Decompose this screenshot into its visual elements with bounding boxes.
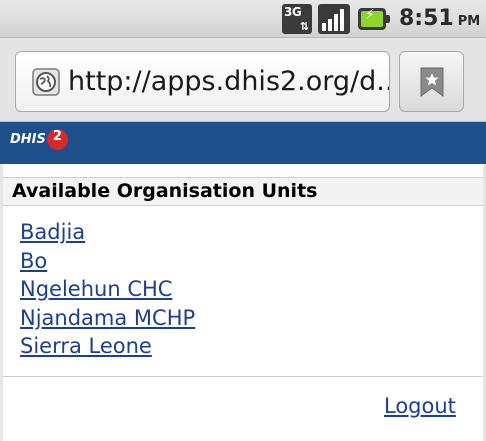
org-unit-link[interactable]: Sierra Leone bbox=[20, 334, 152, 358]
org-unit-link[interactable]: Badjia bbox=[20, 220, 85, 244]
list-item: Ngelehun CHC bbox=[20, 277, 195, 306]
list-item: Njandama MCHP bbox=[20, 306, 195, 335]
org-unit-link[interactable]: Ngelehun CHC bbox=[20, 277, 172, 301]
logo-number: 2 bbox=[46, 129, 68, 150]
list-item: Sierra Leone bbox=[20, 334, 195, 363]
dhis2-logo[interactable]: DHIS 2 bbox=[10, 129, 68, 150]
list-item: Badjia bbox=[20, 220, 195, 249]
section-title: Available Organisation Units bbox=[12, 180, 318, 202]
url-text: http://apps.dhis2.org/d... bbox=[68, 66, 390, 97]
section-header: Available Organisation Units bbox=[3, 177, 483, 206]
network-arrows-icon: ⇅ bbox=[299, 20, 309, 33]
bookmark-icon bbox=[420, 67, 444, 97]
org-unit-list: Badjia Bo Ngelehun CHC Njandama MCHP Sie… bbox=[20, 220, 195, 363]
signal-icon bbox=[318, 4, 350, 34]
url-field[interactable]: http://apps.dhis2.org/d... bbox=[15, 51, 390, 112]
status-bar: 3G ⇅ ⚡ 8:51 PM bbox=[0, 0, 486, 38]
logo-text: DHIS bbox=[10, 132, 46, 147]
bookmark-button[interactable] bbox=[399, 51, 464, 112]
footer: Logout bbox=[3, 377, 483, 441]
app-header: DHIS 2 bbox=[0, 122, 486, 164]
org-unit-link[interactable]: Bo bbox=[20, 249, 47, 273]
network-3g-icon: 3G ⇅ bbox=[282, 4, 312, 34]
logout-link[interactable]: Logout bbox=[384, 394, 456, 418]
battery-charging-icon: ⚡ bbox=[358, 6, 390, 32]
status-clock: 8:51 PM bbox=[399, 6, 480, 31]
network-type-label: 3G bbox=[284, 5, 302, 19]
browser-toolbar: http://apps.dhis2.org/d... bbox=[0, 38, 486, 122]
globe-icon bbox=[32, 68, 60, 96]
org-unit-link[interactable]: Njandama MCHP bbox=[20, 306, 195, 330]
clock-ampm: PM bbox=[457, 14, 481, 29]
clock-time: 8:51 bbox=[399, 6, 454, 31]
list-item: Bo bbox=[20, 249, 195, 278]
